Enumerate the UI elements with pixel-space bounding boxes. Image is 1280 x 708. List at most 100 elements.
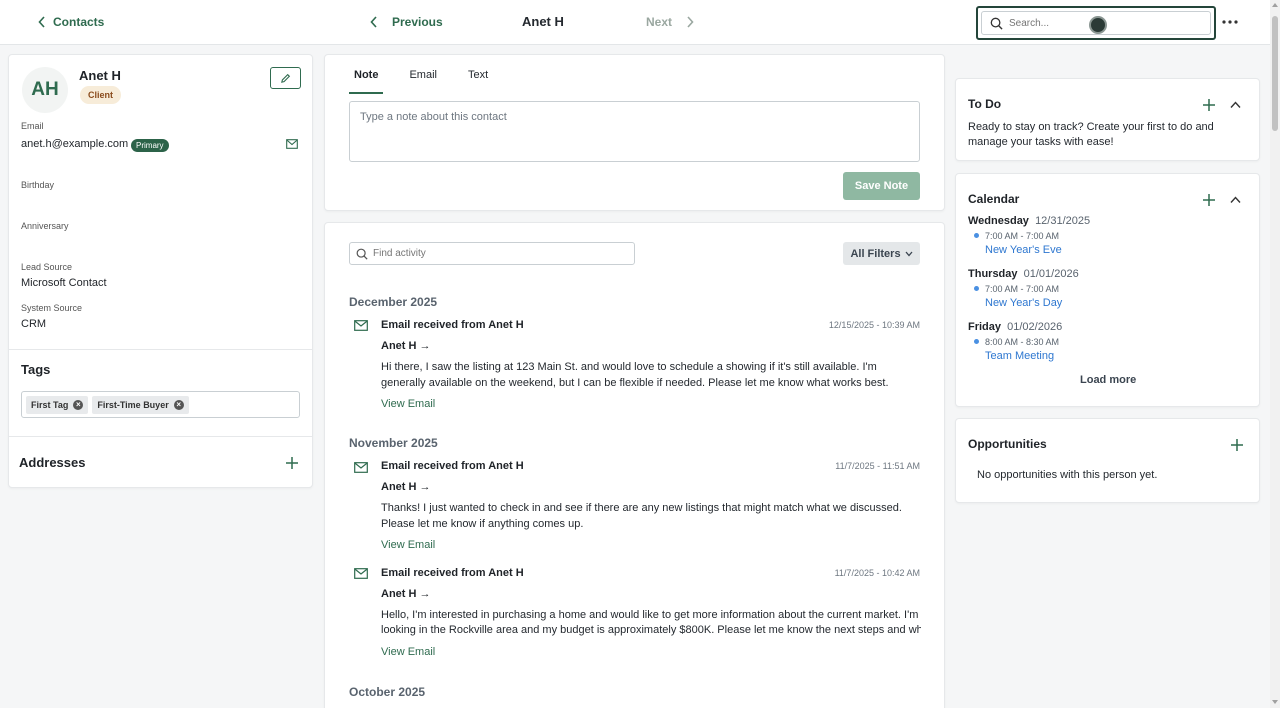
calendar-event-link[interactable]: Team Meeting: [985, 350, 1054, 362]
activity-title: Email received from Anet H: [381, 460, 524, 472]
add-opportunity-button[interactable]: [1230, 438, 1244, 452]
divider: [9, 349, 312, 350]
client-badge: Client: [80, 86, 122, 104]
find-activity-box[interactable]: [349, 242, 635, 265]
opportunities-title: Opportunities: [968, 437, 1047, 451]
calendar-weekday: Wednesday: [968, 215, 1029, 227]
calendar-date: 01/01/2026: [1023, 268, 1079, 280]
event-dot: [974, 233, 979, 238]
tab-email[interactable]: Email: [404, 69, 442, 94]
more-options-button[interactable]: [1221, 14, 1239, 30]
more-horizontal-icon: [1222, 20, 1238, 24]
avatar: AH: [22, 67, 68, 113]
search-box[interactable]: [981, 11, 1211, 35]
collapse-calendar-button[interactable]: [1230, 196, 1241, 204]
all-filters-dropdown[interactable]: All Filters: [843, 242, 920, 265]
activity-sender: Anet H →: [381, 481, 431, 493]
pencil-icon: [281, 73, 291, 83]
next-label: Next: [646, 15, 673, 29]
calendar-panel: Calendar Wednesday 12/31/2025 7:00 AM - …: [955, 173, 1260, 407]
note-textarea[interactable]: [349, 101, 920, 162]
next-contact-button[interactable]: Next: [646, 15, 694, 29]
search-focus-ring: [976, 6, 1216, 40]
calendar-event-link[interactable]: New Year's Eve: [985, 244, 1062, 256]
chevron-right-icon: [687, 16, 694, 28]
activity-title: Email received from Anet H: [381, 567, 524, 579]
add-event-button[interactable]: [1202, 193, 1216, 207]
month-heading: October 2025: [349, 685, 426, 699]
contact-name: Anet H: [79, 68, 121, 83]
todo-empty-text: Ready to stay on track? Create your firs…: [968, 121, 1214, 148]
opportunities-panel: Opportunities No opportunities with this…: [955, 418, 1260, 503]
edit-contact-button[interactable]: [270, 67, 301, 89]
todo-title: To Do: [968, 97, 1002, 111]
activity-body: Hi there, I saw the listing at 123 Main …: [381, 361, 889, 389]
page-title: Anet H: [522, 14, 564, 29]
email-label: Email: [21, 121, 44, 131]
scrollbar-thumb[interactable]: [1272, 16, 1278, 131]
send-email-button[interactable]: [286, 139, 298, 149]
previous-contact-button[interactable]: Previous: [370, 15, 443, 29]
chevron-left-icon: [370, 16, 377, 28]
search-input[interactable]: [1009, 17, 1089, 29]
search-icon: [356, 248, 368, 260]
calendar-event-link[interactable]: New Year's Day: [985, 297, 1062, 309]
calendar-weekday: Thursday: [968, 268, 1018, 280]
collapse-todo-button[interactable]: [1230, 101, 1241, 109]
top-bar: Contacts Previous Anet H Next: [0, 0, 1270, 45]
tab-text[interactable]: Text: [463, 69, 493, 94]
tags-input[interactable]: First Tag × First-Time Buyer ×: [21, 391, 300, 418]
plus-icon: [1231, 439, 1243, 451]
event-dot: [974, 339, 979, 344]
divider: [9, 436, 312, 437]
load-more-button[interactable]: Load more: [1080, 374, 1136, 386]
remove-tag-icon[interactable]: ×: [73, 399, 84, 410]
scroll-down-arrow[interactable]: [1272, 700, 1278, 704]
todo-panel: To Do Ready to stay on track? Create you…: [955, 78, 1260, 161]
event-dot: [974, 286, 979, 291]
opportunities-empty-text: No opportunities with this person yet.: [977, 469, 1158, 481]
calendar-title: Calendar: [968, 192, 1020, 206]
view-email-link[interactable]: View Email: [381, 539, 435, 551]
search-icon: [990, 17, 1003, 30]
anniversary-label: Anniversary: [21, 221, 69, 231]
chevron-left-icon: [38, 16, 45, 28]
calendar-day: Thursday 01/01/2026: [968, 268, 1079, 280]
scroll-up-arrow[interactable]: [1272, 3, 1278, 7]
system-source-label: System Source: [21, 303, 83, 313]
month-heading: December 2025: [349, 295, 438, 309]
lead-source-label: Lead Source: [21, 262, 73, 272]
page-scrollbar[interactable]: [1270, 0, 1280, 708]
calendar-weekday: Friday: [968, 321, 1002, 333]
add-address-button[interactable]: [285, 456, 299, 470]
addresses-title: Addresses: [19, 455, 86, 470]
activity-body-line: Hello, I'm interested in purchasing a ho…: [381, 609, 919, 621]
tab-note[interactable]: Note: [349, 69, 384, 94]
mail-icon: [354, 462, 368, 473]
calendar-day: Friday 01/02/2026: [968, 321, 1062, 333]
tag-chip: First Tag ×: [26, 395, 89, 414]
activity-title: Email received from Anet H: [381, 319, 524, 331]
activity-body-line: looking in the Rockville area and my bud…: [381, 624, 921, 636]
remove-tag-icon[interactable]: ×: [173, 399, 184, 410]
save-note-button[interactable]: Save Note: [843, 172, 920, 200]
tag-chip: First-Time Buyer ×: [92, 395, 189, 414]
primary-badge: Primary: [131, 139, 169, 152]
activity-body: Thanks! I just wanted to check in and se…: [381, 502, 902, 530]
email-value[interactable]: anet.h@example.com: [21, 138, 128, 150]
view-email-link[interactable]: View Email: [381, 398, 435, 410]
plus-icon: [1203, 99, 1215, 111]
activity-sender: Anet H →: [381, 588, 431, 600]
add-todo-button[interactable]: [1202, 98, 1216, 112]
view-email-link[interactable]: View Email: [381, 646, 435, 658]
find-activity-input[interactable]: [373, 248, 613, 259]
calendar-date: 12/31/2025: [1035, 215, 1091, 227]
plus-icon: [1203, 194, 1215, 206]
lead-source-value: Microsoft Contact: [21, 277, 107, 289]
filters-label: All Filters: [850, 247, 901, 260]
event-time: 7:00 AM - 7:00 AM: [985, 231, 1060, 241]
back-to-contacts-link[interactable]: Contacts: [38, 15, 104, 29]
chevron-down-icon: [905, 251, 913, 256]
plus-icon: [286, 457, 298, 469]
mail-icon: [354, 320, 368, 331]
